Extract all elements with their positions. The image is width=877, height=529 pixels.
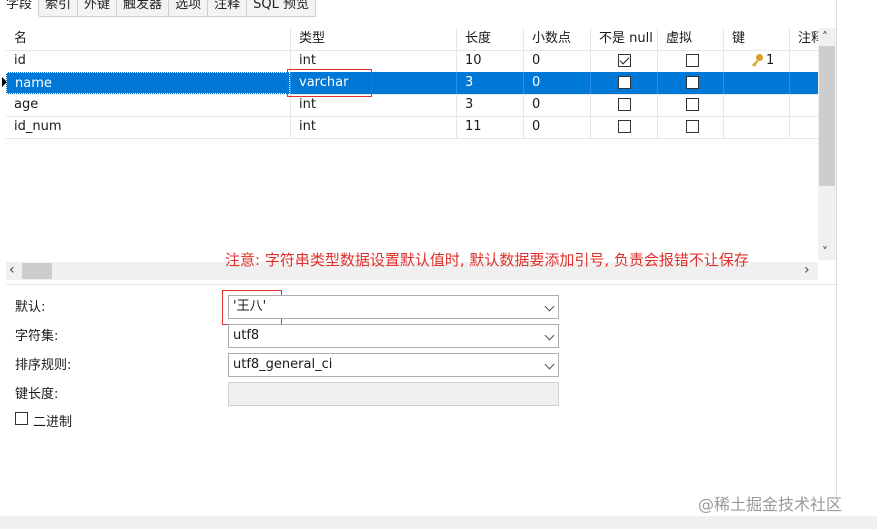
scroll-right-icon[interactable]: ›: [804, 263, 810, 277]
column-header-decimals[interactable]: 小数点: [523, 28, 590, 50]
field-comment-cell[interactable]: [789, 50, 818, 72]
horizontal-scroll-thumb[interactable]: [22, 263, 52, 279]
table-row-selected[interactable]: name varchar 3 0: [2, 72, 818, 95]
collation-label: 排序规则:: [15, 358, 72, 373]
key-length-label: 键长度:: [15, 387, 59, 402]
collation-value: utf8_general_ci: [233, 357, 333, 372]
charset-label: 字符集:: [15, 329, 59, 344]
field-length-cell[interactable]: 10: [456, 50, 523, 72]
type-highlight-box: [287, 69, 372, 97]
default-label: 默认:: [15, 300, 46, 315]
scroll-left-icon[interactable]: ‹: [9, 263, 15, 277]
not-null-checkbox[interactable]: [618, 98, 631, 111]
field-decimals-cell[interactable]: 0: [523, 50, 590, 72]
not-null-cell: [590, 72, 657, 94]
virtual-cell: [657, 116, 723, 138]
column-header-comment[interactable]: 注释: [789, 28, 818, 50]
field-length-cell[interactable]: 3: [456, 94, 523, 116]
virtual-cell: [657, 50, 723, 72]
tab-foreign-keys[interactable]: 外键: [78, 0, 118, 17]
default-value: '王八': [233, 299, 267, 314]
primary-key-icon: [752, 54, 763, 67]
key-length-field: [228, 382, 559, 406]
column-header-not-null[interactable]: 不是 null: [590, 28, 657, 50]
window-border: [836, 0, 837, 500]
tab-triggers[interactable]: 触发器: [117, 0, 170, 17]
charset-value: utf8: [233, 328, 260, 343]
tab-sql-preview[interactable]: SQL 预览: [247, 0, 316, 17]
field-comment-cell[interactable]: [789, 116, 818, 138]
table-row[interactable]: age int 3 0: [6, 94, 818, 117]
virtual-cell: [657, 72, 723, 94]
grid-vertical-scrollbar[interactable]: ˄ ˅: [818, 28, 836, 260]
table-row[interactable]: id_num int 11 0: [6, 116, 818, 139]
table-row[interactable]: id int 10 0 1: [6, 50, 818, 73]
default-value-combo[interactable]: '王八': [228, 295, 559, 319]
chevron-down-icon[interactable]: [544, 301, 555, 312]
field-type-cell[interactable]: int: [290, 116, 456, 138]
key-order: 1: [766, 53, 775, 68]
virtual-checkbox[interactable]: [686, 76, 699, 89]
field-name-cell[interactable]: id: [6, 50, 290, 72]
virtual-checkbox[interactable]: [686, 98, 699, 111]
binary-label: 二进制: [33, 415, 73, 430]
column-header-key[interactable]: 键: [723, 28, 789, 50]
key-cell[interactable]: [723, 116, 789, 138]
field-decimals-cell[interactable]: 0: [523, 94, 590, 116]
panel-divider: [6, 284, 836, 285]
virtual-checkbox[interactable]: [686, 120, 699, 133]
column-header-length[interactable]: 长度: [456, 28, 523, 50]
vertical-scroll-thumb[interactable]: [819, 46, 835, 186]
scroll-down-icon[interactable]: ˅: [822, 246, 828, 258]
key-cell[interactable]: [723, 72, 789, 94]
chevron-down-icon[interactable]: [544, 330, 555, 341]
field-name-cell[interactable]: age: [6, 94, 290, 116]
bottom-strip: [0, 516, 877, 529]
virtual-checkbox[interactable]: [686, 54, 699, 67]
tab-fields[interactable]: 字段: [0, 0, 40, 16]
field-name-cell[interactable]: name: [6, 72, 290, 94]
column-header-type[interactable]: 类型: [290, 28, 456, 50]
not-null-cell: [590, 50, 657, 72]
column-header-name[interactable]: 名: [6, 28, 290, 50]
table-designer-window: 字段 索引 外键 触发器 选项 注释 SQL 预览 名 类型 长度 小数点 不是…: [0, 0, 836, 500]
charset-combo[interactable]: utf8: [228, 324, 559, 348]
tab-bar: 字段 索引 外键 触发器 选项 注释 SQL 预览: [0, 0, 316, 17]
watermark: @稀土掘金技术社区: [698, 495, 843, 514]
not-null-checkbox[interactable]: [618, 54, 631, 67]
tab-options[interactable]: 选项: [169, 0, 209, 17]
field-length-cell[interactable]: 3: [456, 72, 523, 94]
tab-comment[interactable]: 注释: [208, 0, 248, 17]
key-cell[interactable]: 1: [723, 50, 789, 72]
chevron-down-icon[interactable]: [544, 359, 555, 370]
grid-header: 名 类型 长度 小数点 不是 null 虚拟 键 注释: [6, 28, 818, 51]
field-decimals-cell[interactable]: 0: [523, 116, 590, 138]
binary-checkbox[interactable]: [15, 412, 28, 425]
field-comment-cell[interactable]: [789, 94, 818, 116]
field-comment-cell[interactable]: [789, 72, 818, 94]
virtual-cell: [657, 94, 723, 116]
field-type-cell[interactable]: int: [290, 94, 456, 116]
annotation-note: 注意: 字符串类型数据设置默认值时, 默认数据要添加引号, 负责会报错不让保存: [225, 251, 749, 269]
field-name-cell[interactable]: id_num: [6, 116, 290, 138]
field-decimals-cell[interactable]: 0: [523, 72, 590, 94]
column-header-virtual[interactable]: 虚拟: [657, 28, 723, 50]
scroll-up-icon[interactable]: ˄: [822, 31, 828, 43]
tab-indexes[interactable]: 索引: [39, 0, 79, 17]
collation-combo[interactable]: utf8_general_ci: [228, 353, 559, 377]
key-cell[interactable]: [723, 94, 789, 116]
not-null-checkbox[interactable]: [618, 76, 631, 89]
field-length-cell[interactable]: 11: [456, 116, 523, 138]
not-null-checkbox[interactable]: [618, 120, 631, 133]
not-null-cell: [590, 94, 657, 116]
not-null-cell: [590, 116, 657, 138]
